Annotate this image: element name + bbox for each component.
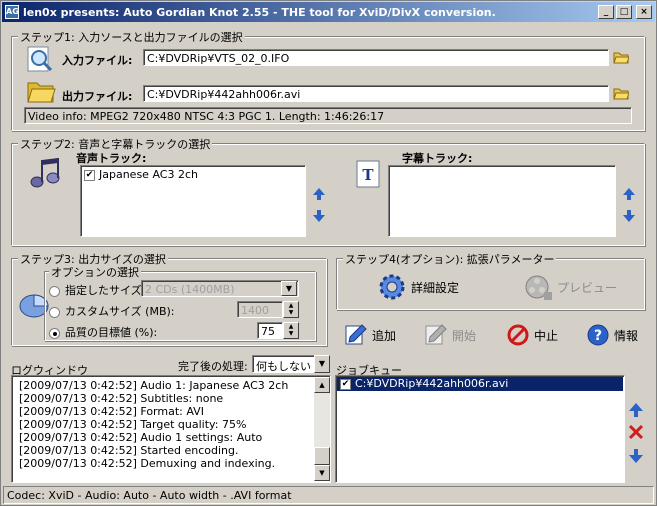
start-button[interactable]: 開始 bbox=[424, 323, 476, 347]
log-line: [2009/07/13 0:42:52] Demuxing and indexi… bbox=[19, 457, 276, 470]
help-icon: ? bbox=[587, 324, 609, 346]
quality-radio[interactable] bbox=[49, 327, 60, 339]
log-line: [2009/07/13 0:42:52] Audio 1 settings: A… bbox=[19, 431, 263, 444]
log-line: [2009/07/13 0:42:52] Subtitles: none bbox=[19, 392, 224, 405]
options-subgroup: オプションの選択 指定したサイズ: 2 CDs (1400MB) ▼ カスタムサ… bbox=[44, 264, 316, 341]
preview-label: プレビュー bbox=[557, 280, 618, 295]
stop-button[interactable]: 中止 bbox=[506, 323, 558, 347]
after-completion-label: 完了後の処理: bbox=[178, 360, 248, 373]
scroll-thumb[interactable] bbox=[314, 447, 330, 465]
log-box[interactable]: [2009/07/13 0:42:52] Audio 1: Japanese A… bbox=[11, 375, 331, 483]
audio-move-down-icon[interactable] bbox=[313, 210, 325, 222]
main-window: AG len0x presents: Auto Gordian Knot 2.5… bbox=[0, 0, 657, 506]
custom-radio[interactable] bbox=[49, 306, 60, 318]
log-scrollbar[interactable]: ▲ ▼ bbox=[314, 377, 330, 481]
audio-move-arrows bbox=[313, 188, 325, 222]
step4-legend: ステップ4(オプション): 拡張パラメーター bbox=[343, 251, 557, 267]
job-queue-checkbox[interactable]: ✔ bbox=[340, 378, 351, 390]
stop-label: 中止 bbox=[534, 328, 559, 343]
audio-track-item-label: Japanese AC3 2ch bbox=[99, 168, 198, 181]
audio-track-label: 音声トラック: bbox=[76, 152, 147, 165]
add-job-icon bbox=[345, 324, 367, 345]
quality-field[interactable]: 75 bbox=[257, 322, 283, 339]
step3-group: ステップ3: 出力サイズの選択 オプションの選択 指定したサイズ: 2 CDs … bbox=[11, 251, 327, 346]
size-radio-row[interactable]: 指定したサイズ: bbox=[49, 282, 145, 298]
scroll-down-button[interactable]: ▼ bbox=[314, 465, 330, 481]
quality-spinner[interactable]: ▲ ▼ bbox=[283, 322, 299, 339]
browse-input-folder-icon[interactable] bbox=[613, 50, 629, 64]
add-button[interactable]: 追加 bbox=[344, 323, 396, 347]
custom-size-spinner[interactable]: ▲ ▼ bbox=[283, 301, 299, 318]
job-queue-item[interactable]: ✔ C:¥DVDRip¥442ahh006r.avi bbox=[337, 377, 623, 391]
subtitle-move-up-icon[interactable] bbox=[623, 188, 635, 200]
audio-track-checkbox[interactable]: ✔ bbox=[84, 169, 95, 181]
browse-output-folder-icon[interactable] bbox=[613, 86, 629, 100]
output-file-field[interactable]: C:¥DVDRip¥442ahh006r.avi bbox=[143, 85, 609, 102]
size-select[interactable]: 2 CDs (1400MB) bbox=[141, 280, 299, 297]
subtitle-text-icon: T bbox=[356, 160, 380, 188]
gear-icon bbox=[379, 274, 405, 300]
stop-icon bbox=[507, 324, 529, 346]
job-queue-controls bbox=[628, 403, 644, 463]
step1-group: ステップ1: 入力ソースと出力ファイルの選択 入力ファイル: C:¥DVDRip… bbox=[11, 29, 645, 131]
log-line: [2009/07/13 0:42:52] Format: AVI bbox=[19, 405, 204, 418]
preview-button[interactable]: プレビュー bbox=[523, 272, 617, 302]
input-file-icon bbox=[27, 46, 53, 72]
subtitle-track-list[interactable] bbox=[388, 165, 616, 237]
app-icon: AG bbox=[5, 5, 19, 19]
job-move-down-icon[interactable] bbox=[629, 449, 643, 463]
custom-radio-row[interactable]: カスタムサイズ (MB): bbox=[49, 303, 175, 319]
advanced-settings-button[interactable]: 詳細設定 bbox=[377, 272, 459, 302]
audio-track-item[interactable]: ✔ Japanese AC3 2ch bbox=[81, 166, 305, 183]
log-line: [2009/07/13 0:42:52] Audio 1: Japanese A… bbox=[19, 379, 289, 392]
job-queue-item-label: C:¥DVDRip¥442ahh006r.avi bbox=[355, 377, 509, 390]
step2-group: ステップ2: 音声と字幕トラックの選択 音声トラック: ✔ Japanese AC… bbox=[11, 136, 645, 246]
after-completion-select[interactable]: 何もしない bbox=[252, 355, 316, 373]
close-button[interactable]: × bbox=[636, 5, 652, 19]
minimize-button[interactable]: _ bbox=[598, 5, 614, 19]
svg-text:?: ? bbox=[594, 328, 602, 344]
log-line: [2009/07/13 0:42:52] Started encoding. bbox=[19, 444, 239, 457]
input-file-field[interactable]: C:¥DVDRip¥VTS_02_0.IFO bbox=[143, 49, 609, 66]
job-delete-icon[interactable] bbox=[628, 424, 644, 440]
info-label: 情報 bbox=[614, 328, 639, 343]
size-radio-label: 指定したサイズ: bbox=[65, 284, 146, 297]
audio-move-up-icon[interactable] bbox=[313, 188, 325, 200]
job-queue-list[interactable]: ✔ C:¥DVDRip¥442ahh006r.avi bbox=[335, 375, 625, 483]
start-icon bbox=[425, 324, 447, 345]
film-reel-icon bbox=[525, 275, 552, 300]
size-dropdown-button[interactable]: ▼ bbox=[281, 281, 297, 296]
output-file-icon bbox=[27, 82, 56, 103]
after-completion-dropdown-button[interactable]: ▼ bbox=[314, 355, 330, 373]
status-bar: Codec: XviD - Audio: Auto - Auto width -… bbox=[3, 486, 654, 504]
custom-radio-label: カスタムサイズ (MB): bbox=[65, 305, 175, 318]
input-file-label: 入力ファイル: bbox=[62, 54, 133, 67]
info-button[interactable]: ? 情報 bbox=[586, 323, 638, 347]
subtitle-track-label: 字幕トラック: bbox=[402, 152, 473, 165]
start-label: 開始 bbox=[452, 328, 477, 343]
advanced-settings-label: 詳細設定 bbox=[411, 280, 460, 295]
add-label: 追加 bbox=[372, 328, 397, 343]
quality-radio-label: 品質の目標値 (%): bbox=[65, 326, 158, 339]
step1-legend: ステップ1: 入力ソースと出力ファイルの選択 bbox=[18, 29, 245, 45]
log-lines: [2009/07/13 0:42:52] Audio 1: Japanese A… bbox=[19, 379, 288, 470]
subtitle-move-arrows bbox=[623, 188, 635, 222]
svg-text:T: T bbox=[362, 166, 374, 184]
custom-size-field[interactable]: 1400 bbox=[237, 301, 283, 318]
audio-notes-icon bbox=[30, 158, 60, 188]
subtitle-move-down-icon[interactable] bbox=[623, 210, 635, 222]
scroll-up-button[interactable]: ▲ bbox=[314, 377, 330, 393]
step4-group: ステップ4(オプション): 拡張パラメーター 詳細設定 プレビュー bbox=[336, 251, 645, 310]
video-info-field: Video info: MPEG2 720x480 NTSC 4:3 PGC 1… bbox=[24, 107, 632, 124]
window-title: len0x presents: Auto Gordian Knot 2.55 -… bbox=[23, 5, 496, 19]
job-move-up-icon[interactable] bbox=[629, 403, 643, 417]
audio-track-list[interactable]: ✔ Japanese AC3 2ch bbox=[80, 165, 306, 237]
maximize-button[interactable]: □ bbox=[616, 5, 632, 19]
output-file-label: 出力ファイル: bbox=[62, 90, 133, 103]
title-bar[interactable]: AG len0x presents: Auto Gordian Knot 2.5… bbox=[2, 2, 655, 22]
options-legend: オプションの選択 bbox=[49, 264, 141, 280]
quality-radio-row[interactable]: 品質の目標値 (%): bbox=[49, 324, 157, 340]
log-line: [2009/07/13 0:42:52] Target quality: 75% bbox=[19, 418, 247, 431]
size-radio[interactable] bbox=[49, 285, 60, 297]
